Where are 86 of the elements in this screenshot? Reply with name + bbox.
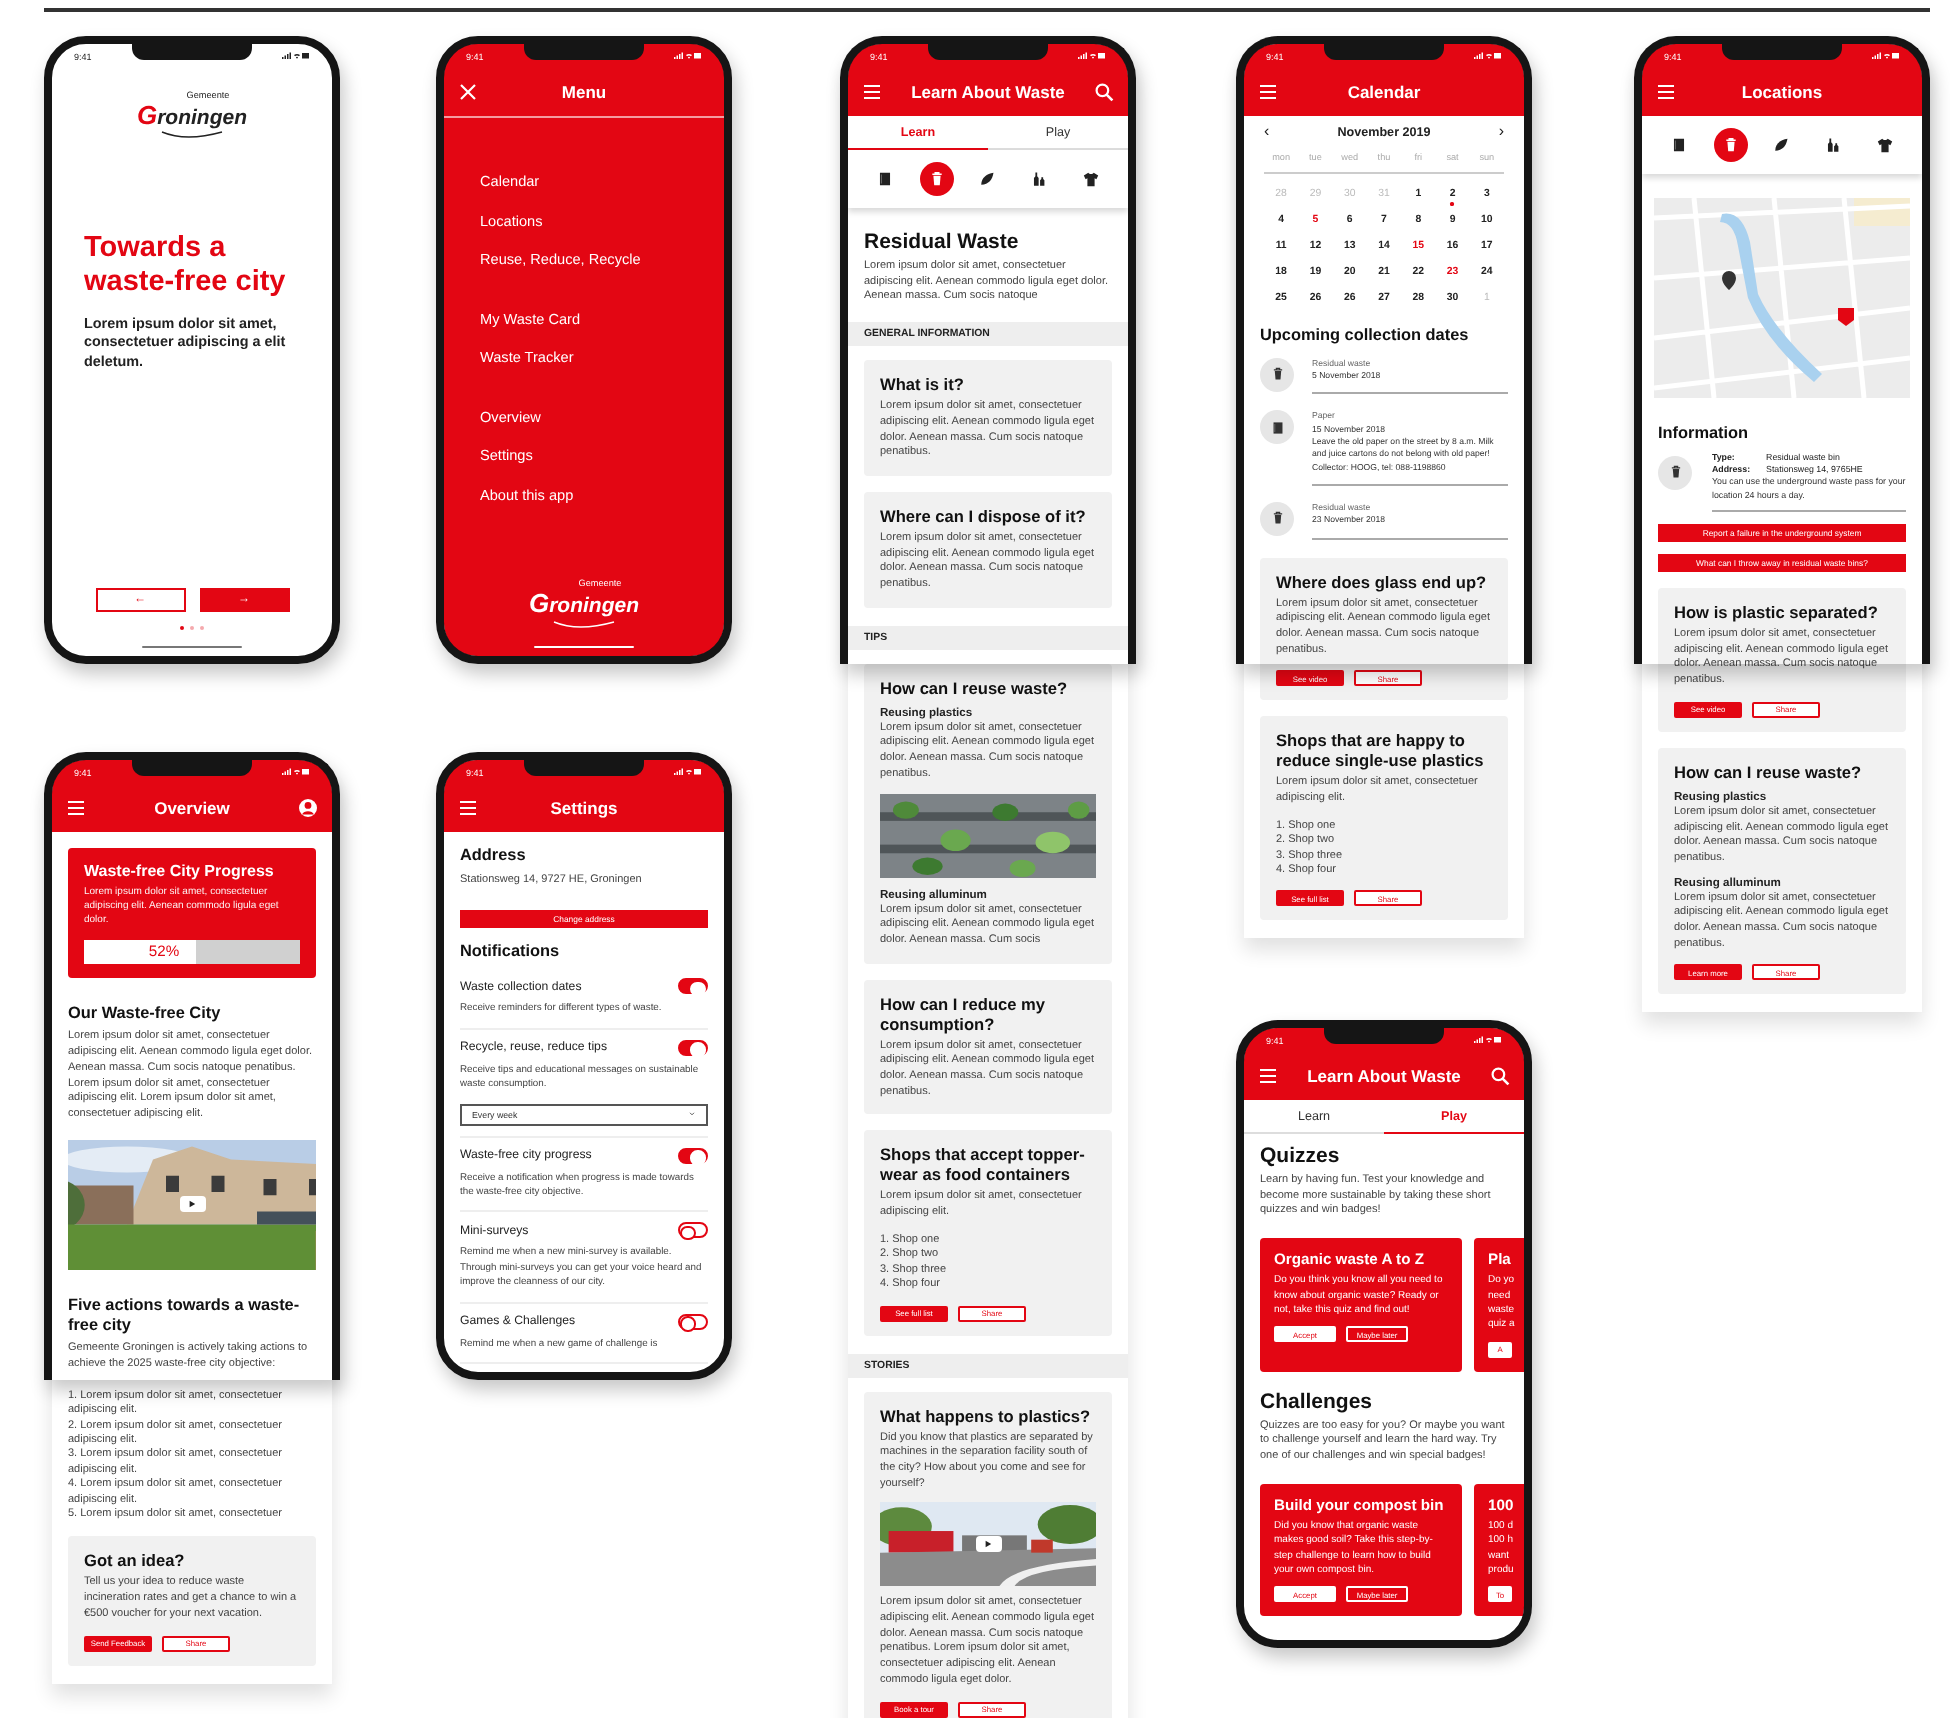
logo-wordmark: Groningen	[528, 589, 640, 619]
card-title: How can I reduce my consumption?	[880, 993, 1048, 1034]
logo-swoosh-icon	[550, 619, 618, 629]
book-icon	[876, 170, 895, 188]
card-title: Where can I dispose of it?	[880, 505, 1088, 526]
next-month-button[interactable]: ›	[1498, 124, 1504, 140]
menu-icon[interactable]	[1656, 82, 1676, 102]
card-title: How can I reuse waste?	[880, 677, 1070, 698]
toggle-switch[interactable]	[678, 1147, 708, 1164]
card-title: Where does glass end up?	[1276, 571, 1489, 592]
home-indicator	[142, 645, 242, 648]
shirt-icon	[1875, 136, 1894, 154]
card-title: Shops that are happy to reduce single-use plastics	[1276, 730, 1486, 771]
logo-wordmark: Groningen	[136, 101, 248, 131]
screen-title: Settings	[548, 798, 620, 818]
card-title: What is it?	[880, 374, 966, 395]
status-icons-drawing	[282, 768, 310, 776]
phone-notch	[524, 44, 644, 60]
screen-title: Learn About Waste	[909, 82, 1067, 102]
screen-title: Overview	[152, 798, 232, 818]
search-icon[interactable]	[1490, 1066, 1510, 1086]
section-heading: Notifications	[460, 941, 562, 961]
card-title: Waste-free City Progress	[84, 862, 276, 880]
bottles-icon	[1030, 170, 1049, 188]
screen-title: Calendar	[1345, 82, 1423, 102]
status-icons-drawing	[1872, 52, 1900, 60]
phone-notch	[132, 44, 252, 60]
status-icons-drawing	[282, 52, 310, 60]
hero-title: Towards a waste-free city	[84, 232, 288, 301]
section-heading: Our Waste-free City	[68, 1003, 223, 1023]
trash-icon	[1260, 501, 1294, 536]
trash-icon	[1721, 136, 1740, 154]
previous-month-button[interactable]: ‹	[1264, 124, 1270, 140]
trash-icon	[1658, 455, 1692, 490]
toggle-switch[interactable]	[678, 978, 708, 995]
card-title: Shops that accept topper-wear as food containers	[880, 1144, 1087, 1185]
logo-swoosh-icon	[158, 130, 226, 141]
status-icons-drawing	[674, 52, 702, 60]
status-icons-drawing	[1474, 52, 1502, 60]
card-title: How can I reuse waste?	[1674, 761, 1864, 782]
menu-icon[interactable]	[862, 82, 882, 102]
phone-notch	[928, 44, 1048, 60]
home-indicator	[534, 645, 634, 648]
bottles-icon	[1824, 136, 1843, 154]
section-heading: Information	[1658, 424, 1751, 444]
toggle-switch[interactable]	[678, 1222, 708, 1239]
toggle-switch[interactable]	[678, 1039, 708, 1056]
menu-icon[interactable]	[1258, 1066, 1278, 1086]
card-title: Got an idea?	[84, 1550, 187, 1571]
screen-title: Learn About Waste	[1305, 1066, 1463, 1086]
search-icon[interactable]	[1094, 82, 1114, 102]
screen-title: Locations	[1739, 82, 1825, 102]
play-icon	[984, 1540, 992, 1549]
section-heading: Upcoming collection dates	[1260, 326, 1471, 346]
leaf-icon	[978, 170, 997, 188]
menu-icon[interactable]	[1258, 82, 1278, 102]
status-icons-drawing	[1078, 52, 1106, 60]
section-title: Quizzes	[1260, 1144, 1342, 1168]
phone-notch	[1722, 44, 1842, 60]
toggle-switch[interactable]	[678, 1313, 708, 1330]
play-icon	[188, 1200, 196, 1209]
shirt-icon	[1081, 170, 1100, 188]
menu-icon[interactable]	[66, 798, 86, 818]
card-title: How is plastic separated?	[1674, 602, 1880, 623]
phone-notch	[1324, 44, 1444, 60]
book-icon	[1260, 410, 1294, 445]
trash-icon	[1260, 357, 1294, 392]
leaf-icon	[1772, 136, 1791, 154]
status-icons-drawing	[1474, 1036, 1502, 1044]
phone-notch	[524, 760, 644, 776]
section-title: Challenges	[1260, 1389, 1375, 1414]
close-icon[interactable]	[458, 82, 478, 102]
section-heading: Address	[460, 846, 528, 866]
status-icons-drawing	[674, 768, 702, 776]
phone-notch	[1324, 1028, 1444, 1044]
section-title: Residual Waste	[864, 230, 1021, 254]
book-icon	[1670, 136, 1689, 154]
user-icon[interactable]	[298, 798, 318, 818]
phone-notch	[132, 760, 252, 776]
trash-icon	[927, 170, 946, 188]
card-title: What happens to plastics?	[880, 1405, 1093, 1425]
section-heading: Five actions towards a waste-free city	[68, 1295, 302, 1335]
menu-icon[interactable]	[458, 798, 478, 818]
play-button[interactable]	[975, 1536, 1001, 1553]
screen-title: Menu	[559, 82, 609, 102]
play-button[interactable]	[179, 1196, 205, 1213]
